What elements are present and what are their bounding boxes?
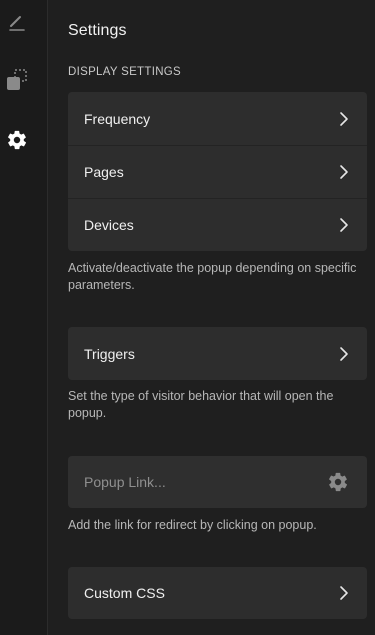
devices-row[interactable]: Devices xyxy=(68,198,367,251)
triggers-card: Triggers xyxy=(68,327,367,380)
left-icon-rail xyxy=(0,0,48,635)
custom-css-card: Custom CSS xyxy=(68,567,367,619)
triggers-row[interactable]: Triggers xyxy=(68,327,367,380)
chevron-right-icon xyxy=(340,346,348,361)
custom-css-label: Custom CSS xyxy=(84,585,165,601)
popup-link-input[interactable] xyxy=(84,474,304,490)
settings-content: Settings DISPLAY SETTINGS Frequency Page… xyxy=(48,0,375,635)
settings-panel: Settings DISPLAY SETTINGS Frequency Page… xyxy=(0,0,375,635)
display-settings-help: Activate/deactivate the popup depending … xyxy=(68,261,357,292)
frequency-row[interactable]: Frequency xyxy=(68,92,367,145)
chevron-right-icon xyxy=(340,111,348,126)
gear-icon[interactable] xyxy=(327,471,349,493)
gear-icon[interactable] xyxy=(0,125,34,155)
triggers-help: Set the type of visitor behavior that wi… xyxy=(68,389,334,420)
chevron-right-icon xyxy=(340,586,348,600)
pages-label: Pages xyxy=(84,164,124,180)
display-settings-heading: DISPLAY SETTINGS xyxy=(68,66,182,78)
triggers-label: Triggers xyxy=(84,345,135,362)
custom-css-row[interactable]: Custom CSS xyxy=(68,567,367,619)
devices-label: Devices xyxy=(84,217,134,233)
display-settings-card: Frequency Pages Devices xyxy=(68,92,367,251)
chevron-right-icon xyxy=(340,165,348,179)
pages-row[interactable]: Pages xyxy=(68,145,367,198)
chevron-right-icon xyxy=(340,218,348,232)
popup-link-help: Add the link for redirect by clicking on… xyxy=(68,518,317,532)
pencil-icon[interactable] xyxy=(0,7,34,37)
page-title: Settings xyxy=(68,22,127,39)
popup-link-field xyxy=(68,456,367,508)
layers-icon[interactable] xyxy=(0,65,34,95)
frequency-label: Frequency xyxy=(84,110,151,127)
